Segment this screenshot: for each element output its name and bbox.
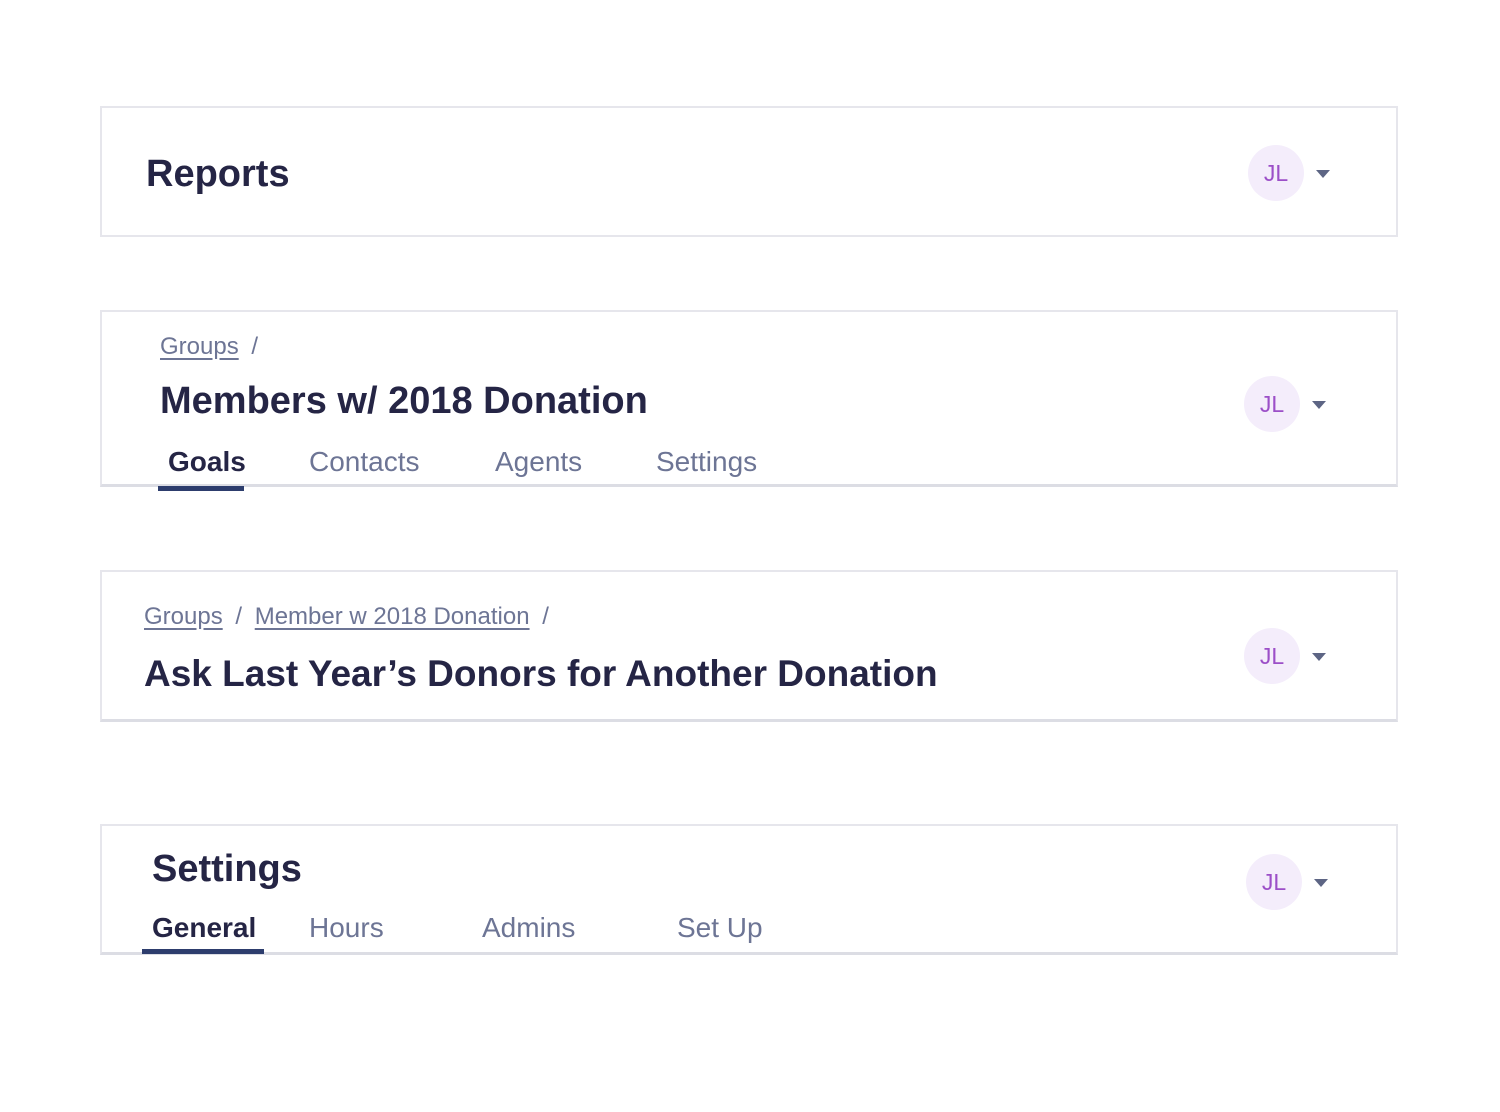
caret-down-icon[interactable] xyxy=(1314,879,1328,887)
page-title: Settings xyxy=(152,848,302,890)
tab-goals[interactable]: Goals xyxy=(168,446,246,478)
active-tab-indicator xyxy=(158,486,244,491)
tab-set-up[interactable]: Set Up xyxy=(677,912,763,944)
page-title: Members w/ 2018 Donation xyxy=(160,380,648,422)
page-title: Ask Last Year’s Donors for Another Donat… xyxy=(144,653,938,694)
page-title: Reports xyxy=(146,153,290,195)
header-card-reports: Reports JL xyxy=(100,106,1398,237)
breadcrumb-link-group-name[interactable]: Member w 2018 Donation xyxy=(255,603,530,630)
tab-agents[interactable]: Agents xyxy=(495,446,582,478)
caret-down-icon[interactable] xyxy=(1312,401,1326,409)
user-avatar[interactable]: JL xyxy=(1248,145,1304,201)
user-avatar[interactable]: JL xyxy=(1246,854,1302,910)
breadcrumb-separator: / xyxy=(235,603,243,630)
tab-contacts[interactable]: Contacts xyxy=(309,446,420,478)
tab-hours[interactable]: Hours xyxy=(309,912,384,944)
tab-admins[interactable]: Admins xyxy=(482,912,575,944)
user-avatar[interactable]: JL xyxy=(1244,376,1300,432)
breadcrumb-link-groups[interactable]: Groups xyxy=(160,333,239,360)
tab-general[interactable]: General xyxy=(152,912,256,944)
breadcrumb-separator: / xyxy=(251,333,259,360)
caret-down-icon[interactable] xyxy=(1316,170,1330,178)
breadcrumb-separator: / xyxy=(542,603,549,630)
caret-down-icon[interactable] xyxy=(1312,653,1326,661)
breadcrumb: Groups / Member w 2018 Donation / xyxy=(144,603,555,631)
breadcrumb: Groups / xyxy=(160,333,264,361)
header-card-settings: Settings JL General Hours Admins Set Up xyxy=(100,824,1398,955)
header-card-campaign: Groups / Member w 2018 Donation / Ask La… xyxy=(100,570,1398,722)
tab-settings[interactable]: Settings xyxy=(656,446,757,478)
breadcrumb-link-groups[interactable]: Groups xyxy=(144,603,223,630)
user-avatar[interactable]: JL xyxy=(1244,628,1300,684)
active-tab-indicator xyxy=(142,949,264,954)
header-card-group: Groups / Members w/ 2018 Donation JL Goa… xyxy=(100,310,1398,491)
